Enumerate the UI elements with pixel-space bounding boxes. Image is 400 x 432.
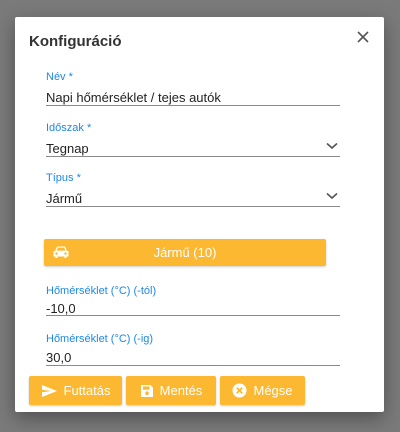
temp-to-input[interactable]: 30,0 — [46, 350, 71, 365]
name-label: Név * — [46, 71, 73, 83]
vehicle-select-button[interactable]: Jármű (10) — [44, 239, 326, 266]
run-button[interactable]: Futtatás — [29, 376, 122, 405]
configuration-dialog: Konfiguráció Név * Napi hőmérséklet / te… — [15, 17, 384, 412]
temp-to-underline — [46, 365, 340, 366]
name-underline — [46, 105, 340, 106]
close-button[interactable] — [353, 27, 373, 47]
type-underline — [46, 206, 340, 207]
cancel-circle-icon — [232, 383, 247, 398]
temp-to-field[interactable]: Hőmérséklet (°C) (-ig) 30,0 — [46, 333, 340, 366]
period-label: Időszak * — [46, 122, 92, 134]
close-icon — [357, 31, 369, 43]
temp-to-label: Hőmérséklet (°C) (-ig) — [46, 333, 154, 345]
temp-from-field[interactable]: Hőmérséklet (°C) (-tól) -10,0 — [46, 285, 340, 316]
save-button[interactable]: Mentés — [126, 376, 216, 405]
cancel-button-label: Mégse — [253, 383, 293, 398]
chevron-down-icon[interactable] — [326, 142, 338, 150]
chevron-down-icon[interactable] — [326, 192, 338, 200]
run-button-label: Futtatás — [63, 383, 111, 398]
name-field[interactable]: Név * Napi hőmérséklet / tejes autók — [46, 71, 340, 106]
save-icon — [140, 384, 153, 397]
name-input[interactable]: Napi hőmérséklet / tejes autók — [46, 90, 221, 105]
period-select[interactable]: Időszak * Tegnap — [46, 122, 340, 157]
temp-from-label: Hőmérséklet (°C) (-tól) — [46, 285, 157, 297]
send-icon — [41, 384, 57, 397]
temp-from-underline — [46, 315, 340, 316]
dialog-title: Konfiguráció — [29, 33, 122, 50]
vehicle-button-label: Jármű (10) — [153, 245, 217, 260]
save-button-label: Mentés — [159, 383, 203, 398]
type-select[interactable]: Típus * Jármű — [46, 172, 340, 207]
period-underline — [46, 156, 340, 157]
type-value: Jármű — [46, 191, 83, 206]
period-value: Tegnap — [46, 141, 89, 156]
type-label: Típus * — [46, 172, 81, 184]
cancel-button[interactable]: Mégse — [220, 376, 305, 405]
temp-from-input[interactable]: -10,0 — [46, 301, 76, 316]
